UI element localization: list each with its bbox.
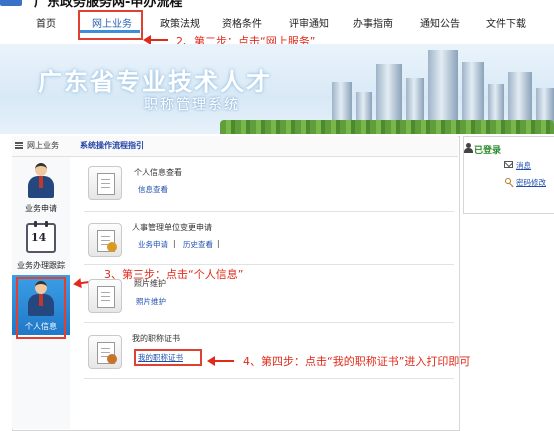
- history-view-link[interactable]: 历史查看: [183, 239, 213, 250]
- photo-maintain-icon: [88, 279, 122, 313]
- link-separator: |: [217, 239, 220, 248]
- key-icon: [505, 178, 511, 184]
- top-strip: 广东政务服务网-申办流程: [0, 0, 554, 8]
- business-panel-header: 网上业务 系统操作流程指引: [12, 136, 458, 157]
- site-logo-icon: [0, 0, 22, 6]
- building-icon: [376, 64, 402, 122]
- sidebar-item-label: 业务办理跟踪: [17, 261, 65, 270]
- user-icon: [464, 143, 473, 153]
- photo-maintain-link[interactable]: 照片维护: [136, 296, 166, 307]
- building-icon: [332, 82, 352, 122]
- building-icon: [508, 72, 532, 122]
- step4-highlight-box: [134, 349, 202, 366]
- sidebar-item-apply[interactable]: 业务申请: [12, 159, 70, 215]
- nav-item-review-notice[interactable]: 评审通知: [289, 15, 329, 30]
- building-icon: [428, 50, 458, 122]
- step3-annotation: 3、第三步：点击“个人信息”: [104, 268, 244, 281]
- nav-item-policy[interactable]: 政策法规: [160, 15, 200, 30]
- personal-info-view-icon: [88, 166, 122, 200]
- password-change-link[interactable]: 密码修改: [516, 177, 546, 188]
- row-divider: [84, 264, 454, 265]
- calendar-number: 14: [31, 231, 47, 244]
- nav-item-qualification[interactable]: 资格条件: [222, 15, 262, 30]
- row-title-unit-change: 人事管理单位变更申请: [132, 223, 212, 232]
- certificate-icon: [88, 335, 122, 369]
- row-title-info-view: 个人信息查看: [134, 168, 182, 177]
- row-divider: [84, 322, 454, 323]
- nav-item-home[interactable]: 首页: [36, 15, 56, 30]
- nav-item-announcement[interactable]: 通知公告: [420, 15, 460, 30]
- step3-highlight-box: [16, 277, 66, 339]
- site-title: 广东政务服务网-申办流程: [34, 0, 183, 8]
- calendar-icon: 14: [26, 221, 56, 253]
- sidebar-item-tracking[interactable]: 14 业务办理跟踪: [12, 219, 70, 275]
- building-icon: [462, 62, 484, 122]
- nav-item-guide[interactable]: 办事指南: [353, 15, 393, 30]
- banner: 广东省专业技术人才 职称管理系统: [0, 44, 554, 134]
- step2-arrow-icon: [143, 35, 168, 45]
- row-title-photo: 照片维护: [134, 279, 166, 288]
- step2-highlight-box: [78, 10, 143, 40]
- banner-title: 广东省专业技术人才: [38, 68, 272, 96]
- banner-subtitle: 职称管理系统: [144, 97, 240, 113]
- login-status: 已登录: [474, 146, 502, 156]
- row-divider: [84, 378, 454, 379]
- step4-annotation: 4、第四步：点击“我的职称证书”进入打印即可: [243, 355, 471, 368]
- panel-title: 网上业务: [27, 141, 59, 150]
- guide-link[interactable]: 系统操作流程指引: [80, 140, 144, 151]
- step4-arrow-icon: [207, 356, 234, 366]
- mail-icon: [504, 161, 513, 168]
- sidebar-item-label: 业务申请: [25, 204, 57, 213]
- info-view-link[interactable]: 信息查看: [138, 184, 168, 195]
- message-link[interactable]: 消息: [516, 160, 531, 171]
- building-icon: [488, 84, 504, 122]
- business-apply-link[interactable]: 业务申请: [138, 239, 168, 250]
- link-separator: |: [173, 239, 176, 248]
- row-divider: [84, 211, 454, 212]
- business-person-icon: [26, 163, 56, 199]
- building-icon: [356, 92, 372, 122]
- building-icon: [406, 78, 424, 122]
- nav-item-download[interactable]: 文件下载: [486, 15, 526, 30]
- list-icon: [15, 142, 23, 149]
- unit-change-icon: [88, 223, 122, 257]
- row-title-certificate: 我的职称证书: [132, 334, 180, 343]
- building-icon: [536, 88, 554, 122]
- trees-decoration: [220, 120, 554, 134]
